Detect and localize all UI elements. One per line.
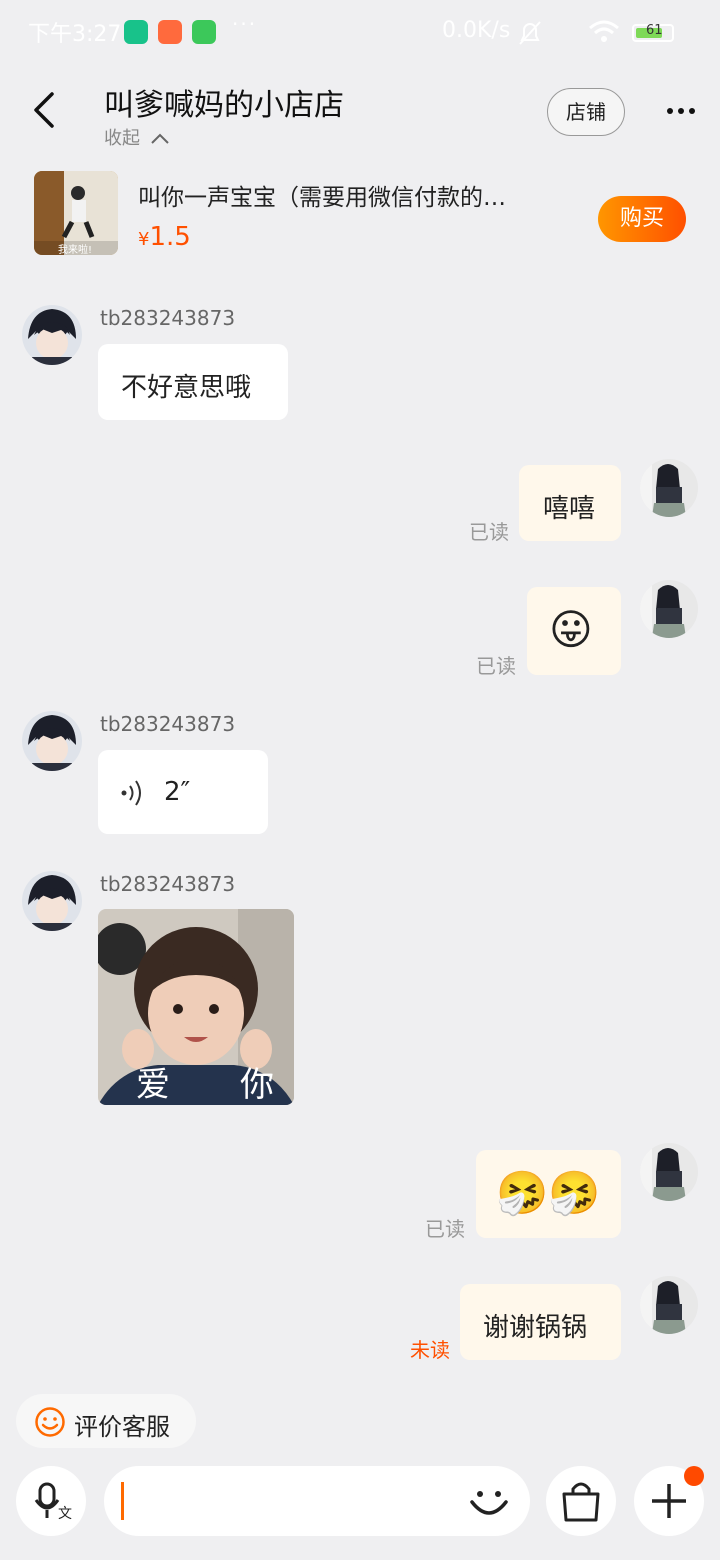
text-cursor [121,1482,124,1520]
more-menu-icon[interactable] [662,96,700,126]
plus-icon [652,1484,686,1518]
thumbnail-caption: 我来啦! [58,245,93,255]
seller-avatar[interactable] [22,871,82,931]
sender-name: tb283243873 [100,306,236,330]
shopping-app-icon [158,20,182,44]
seller-avatar[interactable] [22,305,82,365]
voice-duration: 2″ [164,777,191,807]
chevron-up-icon [151,133,169,144]
wifi-icon [589,20,619,42]
sticker-image[interactable]: 爱 你 [98,909,294,1105]
battery-icon: 61 [632,23,674,42]
back-arrow-icon[interactable] [28,90,64,130]
notification-dot [684,1466,704,1486]
sticker-caption-right: 你 [240,1065,274,1105]
sender-name: tb283243873 [100,872,236,896]
read-status: 已读 [469,520,509,544]
unread-status: 未读 [410,1338,450,1362]
message-bubble[interactable]: 🤧🤧 [476,1150,621,1238]
voice-wave-icon [121,780,141,806]
tongue-emoji-icon: 😛 [549,605,593,654]
collapse-toggle[interactable]: 收起 [104,124,170,150]
voice-input-button[interactable]: 文 [16,1466,86,1536]
store-button[interactable]: 店铺 [547,88,625,136]
status-bar: 下午3:27 ··· 0.0K/s 61 [0,0,720,64]
message-text: 嘻嘻 [543,494,596,524]
seller-avatar[interactable] [22,711,82,771]
microphone-translate-icon: 文 [34,1482,72,1522]
battery-level: 61 [646,23,663,38]
read-status: 已读 [425,1217,465,1241]
my-avatar[interactable] [640,459,698,517]
sticker-caption-left: 爱 [136,1065,170,1105]
product-thumbnail[interactable]: 我来啦! [34,171,118,255]
bell-muted-icon [519,21,541,45]
collapse-label: 收起 [104,128,140,149]
message-bubble[interactable]: 不好意思哦 [98,344,288,420]
my-avatar[interactable] [640,580,698,638]
voice-message-bubble[interactable]: 2″ [98,750,268,834]
download-app-icon [192,20,216,44]
my-avatar[interactable] [640,1276,698,1334]
emoji-picker-icon[interactable] [468,1480,510,1522]
shopping-bag-icon [562,1482,600,1522]
shop-title: 叫爹喊妈的小店店 [104,88,344,123]
message-input[interactable] [104,1466,530,1536]
product-price: ¥1.5 [138,222,191,252]
svg-text:文: 文 [58,1506,72,1522]
sender-name: tb283243873 [100,712,236,736]
sneezing-emoji-icon: 🤧🤧 [496,1168,601,1217]
more-notifications-icon: ··· [232,12,258,36]
smiley-icon [35,1407,65,1437]
my-avatar[interactable] [640,1143,698,1201]
message-bubble[interactable]: 😛 [527,587,621,675]
buy-button[interactable]: 购买 [598,196,686,242]
message-bubble[interactable]: 嘻嘻 [519,465,621,541]
network-speed: 0.0K/s [442,18,511,43]
message-text: 谢谢锅锅 [483,1313,588,1343]
shield-app-icon [124,20,148,44]
status-time: 下午3:27 [28,22,122,47]
message-text: 不好意思哦 [121,373,252,403]
rate-service-label: 评价客服 [74,1413,170,1441]
message-bubble[interactable]: 谢谢锅锅 [460,1284,621,1360]
read-status: 已读 [476,654,516,678]
product-name[interactable]: 叫你一声宝宝（需要用微信付款的… [138,178,568,212]
shopping-bag-button[interactable] [546,1466,616,1536]
